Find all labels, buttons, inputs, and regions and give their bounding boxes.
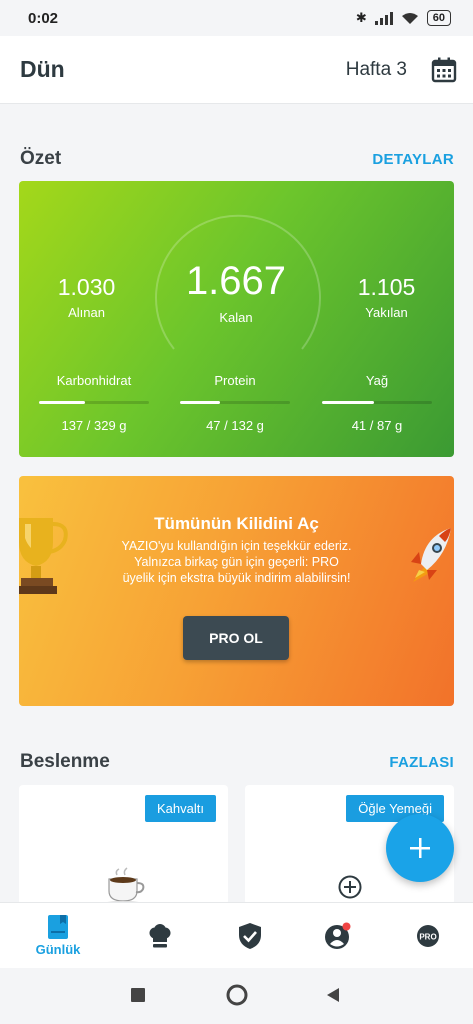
nav-diary[interactable]: Günlük: [28, 903, 88, 969]
macro-fat: Yağ 41 / 87 g: [322, 373, 432, 433]
nav-diary-label: Günlük: [35, 942, 81, 957]
plus-icon: [410, 838, 430, 858]
macro-protein: Protein 47 / 132 g: [180, 373, 290, 433]
app-bar: Dün Hafta 3: [0, 36, 473, 104]
eaten-label: Alınan: [68, 305, 105, 320]
bluetooth-icon: ✱: [355, 10, 367, 25]
bottom-navigation: Günlük PRO: [0, 902, 473, 968]
pro-badge-icon: PRO: [417, 925, 439, 947]
nutrition-header: Beslenme FAZLASI: [20, 751, 454, 773]
macro-protein-bar: [180, 401, 290, 404]
remaining-label: Kalan: [219, 310, 253, 325]
details-link[interactable]: DETAYLAR: [372, 151, 454, 168]
nav-fasting[interactable]: [232, 903, 268, 969]
go-pro-button[interactable]: PRO OL: [183, 616, 289, 660]
signal-icon: [374, 11, 393, 25]
status-icons: ✱ 60: [356, 10, 451, 26]
shield-check-icon: [239, 923, 261, 949]
status-time: 0:02: [28, 9, 59, 27]
system-navigation-bar: [0, 968, 473, 1024]
macro-carbs-label: Karbonhidrat: [56, 373, 132, 388]
pro-promo-card: Tümünün Kilidini Aç YAZIO'yu kullandığın…: [19, 476, 454, 706]
macro-protein-label: Protein: [214, 373, 256, 388]
macro-fat-fill: [322, 401, 374, 404]
week-label[interactable]: Hafta 3: [346, 59, 407, 81]
summary-card[interactable]: 1.030 Alınan 1.667 Kalan 1.105 Yakılan K…: [19, 181, 454, 457]
nav-recipes[interactable]: [142, 903, 178, 969]
remaining-stat: 1.667 Kalan: [171, 259, 301, 325]
more-link[interactable]: FAZLASI: [389, 754, 454, 771]
pro-badge-text: PRO: [419, 933, 436, 942]
macro-protein-value: 47 / 132 g: [206, 418, 264, 433]
promo-text: YAZIO'yu kullandığın için teşekkür ederi…: [94, 538, 379, 586]
macro-carbs-bar: [39, 401, 149, 404]
meal-tag-breakfast: Kahvaltı: [145, 795, 216, 822]
chef-hat-icon: [149, 924, 171, 948]
promo-title: Tümünün Kilidini Aç: [154, 514, 319, 533]
promo-text-line-1: YAZIO'yu kullandığın için teşekkür ederi…: [121, 539, 352, 553]
battery-indicator: 60: [426, 10, 451, 26]
macro-carbs-fill: [39, 401, 86, 404]
nav-pro[interactable]: PRO: [410, 903, 446, 969]
burned-stat: 1.105 Yakılan: [339, 274, 434, 320]
rocket-icon: [411, 528, 451, 582]
promo-text-line-2: Yalnızca birkaç gün için geçerli: PRO: [134, 555, 339, 569]
page-title[interactable]: Dün: [20, 56, 65, 83]
recents-icon[interactable]: [131, 988, 145, 1002]
macro-protein-fill: [180, 401, 220, 404]
add-meal-icon[interactable]: [338, 875, 362, 899]
macro-fat-label: Yağ: [365, 373, 389, 388]
add-fab-button[interactable]: [386, 814, 454, 882]
remaining-value: 1.667: [185, 259, 287, 303]
eaten-stat: 1.030 Alınan: [39, 274, 134, 320]
burned-label: Yakılan: [365, 305, 408, 320]
summary-title: Özet: [20, 148, 62, 169]
status-bar: 0:02 ✱ 60: [0, 0, 473, 36]
macro-fat-bar: [322, 401, 432, 404]
meal-card-breakfast[interactable]: Kahvaltı: [19, 785, 228, 905]
nutrition-title: Beslenme: [20, 751, 110, 772]
macro-fat-value: 41 / 87 g: [351, 418, 403, 433]
home-icon[interactable]: [226, 984, 248, 1006]
diary-icon: [48, 915, 68, 939]
wifi-icon: [401, 12, 418, 24]
back-icon[interactable]: [325, 987, 341, 1003]
promo-text-line-3: üyelik için ekstra büyük indirim alabili…: [122, 571, 351, 585]
calendar-icon[interactable]: [431, 57, 457, 83]
nav-profile[interactable]: [320, 903, 356, 969]
summary-header: Özet DETAYLAR: [20, 148, 454, 170]
macro-carbs-value: 137 / 329 g: [61, 418, 127, 433]
eaten-value: 1.030: [57, 274, 116, 300]
macro-carbs: Karbonhidrat 137 / 329 g: [39, 373, 149, 433]
profile-icon: [325, 922, 351, 949]
burned-value: 1.105: [357, 274, 416, 300]
coffee-cup-icon: [105, 867, 145, 905]
